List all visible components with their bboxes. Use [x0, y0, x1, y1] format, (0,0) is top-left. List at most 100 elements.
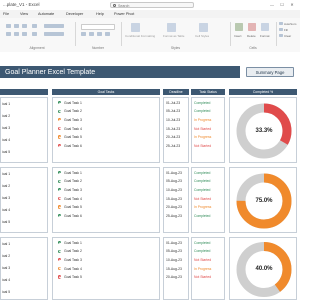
format-cells-label[interactable]: Format — [260, 34, 270, 38]
task-deadline[interactable]: 15-Jul-23 — [166, 127, 180, 131]
menu-automate[interactable]: Automate — [38, 12, 54, 16]
task-name[interactable]: Goal Task 6 — [64, 214, 82, 218]
task-status[interactable]: Not Started — [194, 197, 211, 201]
task-deadline[interactable]: 10-Aug-23 — [166, 188, 182, 192]
task-deadline[interactable]: 01-Jul-23 — [166, 101, 180, 105]
fill-icon[interactable] — [279, 28, 283, 31]
clear-label[interactable]: Clear — [284, 34, 291, 38]
task-status[interactable]: Completed — [194, 171, 210, 175]
page-title: Goal Planner Excel Template — [5, 68, 96, 76]
task-name[interactable]: Goal Task 3 — [64, 258, 82, 262]
format-as-table-icon[interactable] — [167, 23, 176, 32]
task-deadline[interactable]: 05-Jul-23 — [166, 109, 180, 113]
menu-help[interactable]: Help — [96, 12, 104, 16]
align-top-icon[interactable] — [6, 24, 11, 28]
task-status[interactable]: Completed — [194, 179, 210, 183]
task-name[interactable]: Goal Task 2 — [64, 179, 82, 183]
task-name[interactable]: Goal Task 2 — [64, 109, 82, 113]
task-name[interactable]: Goal Task 1 — [64, 171, 82, 175]
task-name[interactable]: Goal Task 5 — [64, 275, 82, 279]
insert-cells-icon[interactable] — [235, 23, 243, 31]
task-name[interactable]: Goal Task 4 — [64, 127, 82, 131]
check-circle-icon — [58, 171, 62, 175]
task-status[interactable]: In Progress — [194, 267, 211, 271]
task-status[interactable]: In Progress — [194, 118, 211, 122]
orientation-icon[interactable] — [32, 24, 37, 28]
task-deadline[interactable]: 01-Aug-23 — [166, 241, 182, 245]
menu-power-pivot[interactable]: Power Pivot — [114, 12, 134, 16]
task-deadline[interactable]: 10-Jul-23 — [166, 118, 180, 122]
merge-center-icon[interactable] — [44, 32, 64, 36]
task-deadline[interactable]: 05-Aug-23 — [166, 179, 182, 183]
task-status[interactable]: Completed — [194, 101, 210, 105]
task-status[interactable]: Completed — [194, 188, 210, 192]
align-left-icon[interactable] — [6, 32, 11, 36]
wrap-text-icon[interactable] — [44, 24, 64, 28]
align-right-icon[interactable] — [22, 32, 27, 36]
menu-view[interactable]: View — [20, 12, 28, 16]
fill-label[interactable]: Fill — [284, 28, 288, 32]
task-status[interactable]: Not Started — [194, 144, 211, 148]
task-deadline[interactable]: 25-Jul-23 — [166, 144, 180, 148]
autosum-label[interactable]: AutoSum — [284, 22, 296, 26]
task-name[interactable]: Goal Task 3 — [64, 188, 82, 192]
task-name[interactable]: Goal Task 5 — [64, 205, 82, 209]
task-status[interactable]: Completed — [194, 214, 210, 218]
indent-icon[interactable] — [32, 32, 37, 36]
summary-page-button[interactable]: Summary Page — [246, 67, 294, 77]
task-name[interactable]: Goal Task 4 — [64, 267, 82, 271]
menu-file[interactable]: File — [3, 12, 9, 16]
task-status[interactable]: Not Started — [194, 127, 211, 131]
insert-cells-label[interactable]: Insert — [234, 34, 242, 38]
conditional-formatting-label[interactable]: Conditional Formatting — [125, 34, 155, 38]
task-name[interactable]: Goal Task 5 — [64, 135, 82, 139]
task-status[interactable]: Completed — [194, 109, 210, 113]
delete-cells-label[interactable]: Delete — [247, 34, 256, 38]
task-deadline[interactable]: 15-Aug-23 — [166, 197, 182, 201]
task-name[interactable]: Goal Task 6 — [64, 144, 82, 148]
task-deadline[interactable]: 10-Aug-23 — [166, 258, 182, 262]
delete-cells-icon[interactable] — [248, 23, 256, 31]
task-deadline[interactable]: 25-Aug-23 — [166, 214, 182, 218]
goal-label: ioal 2 — [2, 114, 11, 118]
search-box[interactable]: Search — [110, 2, 194, 8]
currency-icon[interactable] — [81, 32, 86, 36]
align-middle-icon[interactable] — [14, 24, 19, 28]
task-name[interactable]: Goal Task 2 — [64, 249, 82, 253]
task-deadline[interactable]: 15-Aug-23 — [166, 267, 182, 271]
task-status[interactable]: Completed — [194, 249, 210, 253]
task-name[interactable]: Goal Task 1 — [64, 241, 82, 245]
task-deadline[interactable]: 05-Aug-23 — [166, 249, 182, 253]
comma-icon[interactable] — [97, 32, 102, 36]
deadline-header: Deadline — [163, 89, 189, 95]
clear-icon[interactable] — [279, 34, 283, 37]
cell-styles-icon[interactable] — [199, 23, 208, 32]
number-format-dropdown[interactable] — [81, 24, 115, 30]
task-name[interactable]: Goal Task 4 — [64, 197, 82, 201]
format-cells-icon[interactable] — [261, 23, 269, 31]
close-button[interactable]: ✕ — [289, 2, 295, 8]
menu-developer[interactable]: Developer — [66, 12, 83, 16]
minimize-button[interactable]: — — [269, 2, 275, 8]
task-deadline[interactable]: 01-Aug-23 — [166, 171, 182, 175]
task-status[interactable]: In Progress — [194, 205, 211, 209]
percent-icon[interactable] — [89, 32, 94, 36]
task-deadline[interactable]: 20-Jul-23 — [166, 135, 180, 139]
task-name[interactable]: Goal Task 3 — [64, 118, 82, 122]
worksheet[interactable]: Goal Planner Excel Template Summary Page… — [0, 52, 300, 300]
maximize-button[interactable]: ☐ — [279, 2, 285, 8]
task-status[interactable]: Completed — [194, 241, 210, 245]
task-deadline[interactable]: 20-Aug-23 — [166, 275, 182, 279]
task-status[interactable]: In Progress — [194, 135, 211, 139]
task-status[interactable]: Not Started — [194, 258, 211, 262]
task-status[interactable]: Not Started — [194, 275, 211, 279]
format-as-table-label[interactable]: Format as Table — [163, 34, 184, 38]
align-center-icon[interactable] — [14, 32, 19, 36]
conditional-formatting-icon[interactable] — [131, 23, 140, 32]
cell-styles-label[interactable]: Cell Styles — [195, 34, 209, 38]
align-bottom-icon[interactable] — [22, 24, 27, 28]
autosum-icon[interactable] — [279, 22, 283, 25]
task-deadline[interactable]: 20-Aug-23 — [166, 205, 182, 209]
decimal-icon[interactable] — [105, 32, 110, 36]
task-name[interactable]: Goal Task 1 — [64, 101, 82, 105]
